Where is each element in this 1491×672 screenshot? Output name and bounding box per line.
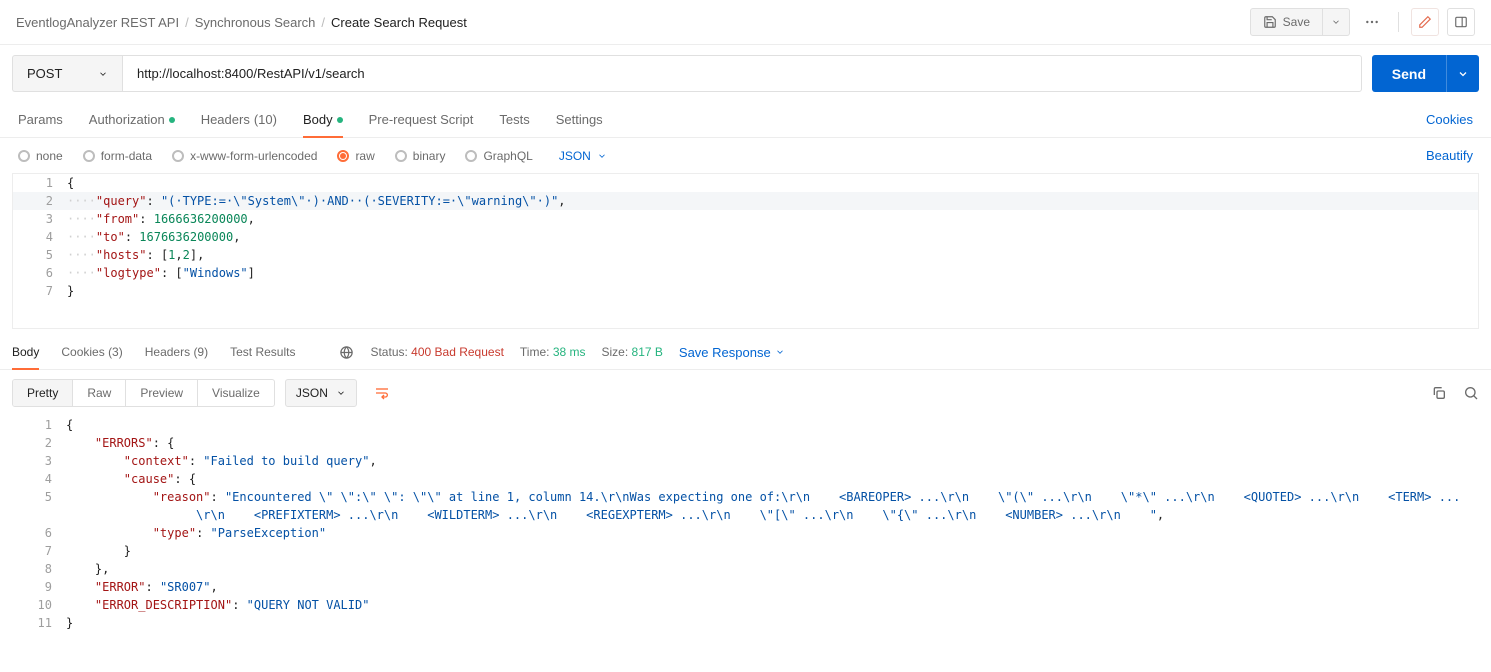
chevron-down-icon bbox=[1457, 68, 1469, 80]
breadcrumb-separator: / bbox=[321, 15, 325, 30]
send-button[interactable]: Send bbox=[1372, 55, 1446, 92]
header-actions: Save bbox=[1250, 8, 1475, 36]
tab-prerequest[interactable]: Pre-request Script bbox=[369, 102, 474, 137]
body-type-urlencoded[interactable]: x-www-form-urlencoded bbox=[172, 149, 317, 163]
copy-icon[interactable] bbox=[1431, 385, 1447, 401]
view-preview[interactable]: Preview bbox=[126, 380, 198, 406]
body-format-row: none form-data x-www-form-urlencoded raw… bbox=[0, 138, 1491, 173]
chevron-down-icon bbox=[336, 388, 346, 398]
radio-icon bbox=[337, 150, 349, 162]
response-body-editor[interactable]: 1{ 2 "ERRORS": { 3 "context": "Failed to… bbox=[12, 416, 1479, 632]
method-select[interactable]: POST bbox=[12, 55, 122, 92]
radio-icon bbox=[83, 150, 95, 162]
beautify-link[interactable]: Beautify bbox=[1426, 148, 1473, 163]
breadcrumb-current: Create Search Request bbox=[331, 15, 467, 30]
resp-tab-tests[interactable]: Test Results bbox=[230, 335, 295, 369]
request-body-editor[interactable]: 1{ 2····"query": "(·TYPE:=·\"System\"·)·… bbox=[12, 173, 1479, 329]
resp-tab-cookies[interactable]: Cookies (3) bbox=[61, 335, 122, 369]
save-icon bbox=[1263, 15, 1277, 29]
status-dot-icon bbox=[169, 117, 175, 123]
view-mode-segment: Pretty Raw Preview Visualize bbox=[12, 379, 275, 407]
response-toolbar: Pretty Raw Preview Visualize JSON bbox=[0, 370, 1491, 416]
app-header: EventlogAnalyzer REST API / Synchronous … bbox=[0, 0, 1491, 45]
view-pretty[interactable]: Pretty bbox=[13, 380, 73, 406]
body-type-none[interactable]: none bbox=[18, 149, 63, 163]
response-tabs: Body Cookies (3) Headers (9) Test Result… bbox=[0, 335, 1491, 370]
send-dropdown[interactable] bbox=[1446, 55, 1479, 92]
response-format-select[interactable]: JSON bbox=[285, 379, 357, 407]
resp-tab-headers[interactable]: Headers (9) bbox=[145, 335, 208, 369]
breadcrumb-root[interactable]: EventlogAnalyzer REST API bbox=[16, 15, 179, 30]
size-meta: Size: 817 B bbox=[602, 345, 663, 359]
chevron-down-icon bbox=[1331, 17, 1341, 27]
wrap-toggle[interactable] bbox=[367, 378, 397, 408]
breadcrumb-mid[interactable]: Synchronous Search bbox=[195, 15, 316, 30]
tab-authorization[interactable]: Authorization bbox=[89, 102, 175, 137]
status-meta: Status: 400 Bad Request bbox=[370, 345, 503, 359]
body-type-graphql[interactable]: GraphQL bbox=[465, 149, 532, 163]
radio-icon bbox=[172, 150, 184, 162]
status-dot-icon bbox=[337, 117, 343, 123]
tab-settings[interactable]: Settings bbox=[556, 102, 603, 137]
request-tabs: Params Authorization Headers (10) Body P… bbox=[0, 102, 1491, 138]
chevron-down-icon bbox=[775, 347, 785, 357]
method-value: POST bbox=[27, 66, 62, 81]
chevron-down-icon bbox=[597, 151, 607, 161]
tab-body[interactable]: Body bbox=[303, 102, 343, 137]
request-row: POST Send bbox=[0, 45, 1491, 102]
edit-mode-button[interactable] bbox=[1411, 8, 1439, 36]
radio-icon bbox=[395, 150, 407, 162]
pencil-icon bbox=[1418, 15, 1432, 29]
search-icon[interactable] bbox=[1463, 385, 1479, 401]
body-type-formdata[interactable]: form-data bbox=[83, 149, 152, 163]
chevron-down-icon bbox=[98, 69, 108, 79]
globe-icon bbox=[339, 345, 354, 360]
radio-icon bbox=[465, 150, 477, 162]
tab-params[interactable]: Params bbox=[18, 102, 63, 137]
tab-headers[interactable]: Headers (10) bbox=[201, 102, 277, 137]
raw-format-select[interactable]: JSON bbox=[559, 149, 607, 163]
tab-tests[interactable]: Tests bbox=[499, 102, 529, 137]
save-response-button[interactable]: Save Response bbox=[679, 345, 785, 360]
body-type-binary[interactable]: binary bbox=[395, 149, 446, 163]
save-dropdown[interactable] bbox=[1323, 8, 1350, 36]
breadcrumb-separator: / bbox=[185, 15, 189, 30]
more-menu-button[interactable] bbox=[1358, 8, 1386, 36]
response-meta: Status: 400 Bad Request Time: 38 ms Size… bbox=[339, 345, 784, 360]
view-visualize[interactable]: Visualize bbox=[198, 380, 274, 406]
body-type-raw[interactable]: raw bbox=[337, 149, 374, 163]
time-meta: Time: 38 ms bbox=[520, 345, 586, 359]
resp-tab-body[interactable]: Body bbox=[12, 335, 39, 369]
url-input[interactable] bbox=[122, 55, 1362, 92]
save-label: Save bbox=[1283, 15, 1310, 29]
divider bbox=[1398, 12, 1399, 32]
panel-icon bbox=[1454, 15, 1468, 29]
view-raw[interactable]: Raw bbox=[73, 380, 126, 406]
breadcrumb: EventlogAnalyzer REST API / Synchronous … bbox=[16, 15, 467, 30]
wrap-icon bbox=[374, 385, 390, 401]
cookies-link[interactable]: Cookies bbox=[1426, 112, 1473, 127]
dots-icon bbox=[1364, 14, 1380, 30]
save-button[interactable]: Save bbox=[1250, 8, 1323, 36]
radio-icon bbox=[18, 150, 30, 162]
comments-button[interactable] bbox=[1447, 8, 1475, 36]
